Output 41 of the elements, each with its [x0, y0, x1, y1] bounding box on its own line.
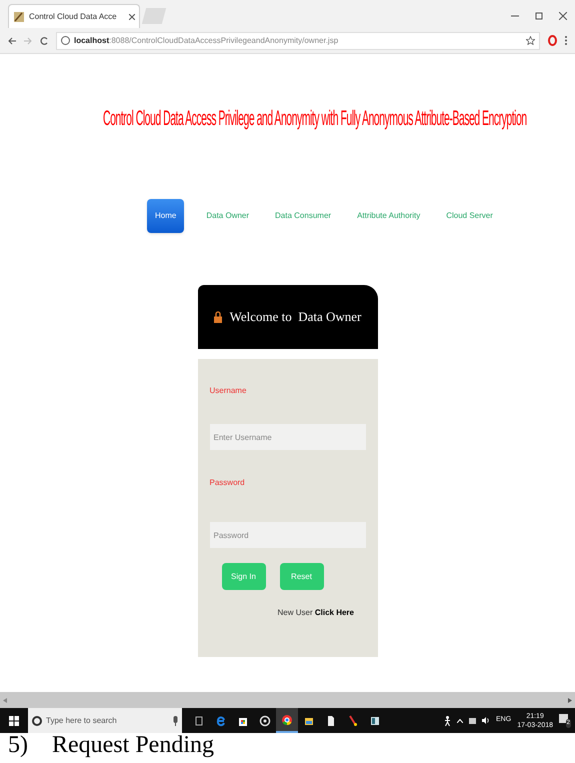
- nav-link[interactable]: Home: [147, 199, 184, 233]
- cortana-icon[interactable]: [32, 716, 42, 726]
- opera-icon[interactable]: [548, 35, 557, 46]
- username-label: Username: [210, 385, 248, 397]
- close-icon[interactable]: [129, 14, 135, 20]
- document-caption: 5) Request Pending: [7, 733, 215, 757]
- star-icon[interactable]: [526, 36, 535, 45]
- microphone-icon[interactable]: [173, 716, 178, 726]
- info-icon[interactable]: [61, 36, 70, 45]
- taskbar-search-field[interactable]: Type here to search: [28, 708, 182, 733]
- new-user-text: New User: [278, 608, 313, 617]
- scroll-right-icon[interactable]: [568, 698, 572, 702]
- reload-icon[interactable]: [40, 36, 48, 44]
- password-field[interactable]: Password: [210, 522, 366, 548]
- close-icon[interactable]: [559, 12, 567, 20]
- disc-icon: [259, 714, 271, 726]
- battery-icon[interactable]: [469, 718, 476, 724]
- username-field[interactable]: Enter Username: [210, 424, 366, 450]
- window-icon: [369, 714, 381, 726]
- task-view-icon: [193, 714, 205, 726]
- tab-title: Control Cloud Data Acce: [29, 10, 117, 22]
- taskbar-app-button[interactable]: [276, 708, 298, 733]
- chrome-icon: [281, 714, 293, 726]
- document-icon: [325, 714, 337, 726]
- click-here-link[interactable]: Click Here: [314, 608, 354, 617]
- paintbrush-icon: [347, 714, 359, 726]
- document-icon: [13, 10, 25, 22]
- lock-icon: [214, 311, 222, 323]
- windows-icon[interactable]: [9, 716, 19, 726]
- page-title: Control Cloud Data Access Privilege and Anonymity with Fully Anonymous Attribute-Based Encryption: [103, 106, 527, 132]
- login-heading: Welcome to Data Owner: [230, 308, 362, 326]
- volume-icon[interactable]: [482, 717, 490, 724]
- restore-icon[interactable]: [535, 12, 543, 20]
- horizontal-scrollbar[interactable]: [0, 692, 575, 708]
- back-icon[interactable]: [8, 36, 16, 44]
- chevron-up-icon[interactable]: [457, 718, 464, 722]
- browser-tab[interactable]: Control Cloud Data Acce: [8, 4, 140, 28]
- address-bar[interactable]: localhost:8088/ControlCloudDataAccessPrivilegeandAnonymity/owner.jsp: [56, 32, 540, 50]
- edge-icon: [215, 714, 227, 726]
- person-icon[interactable]: [444, 716, 452, 726]
- password-label: Password: [210, 477, 246, 489]
